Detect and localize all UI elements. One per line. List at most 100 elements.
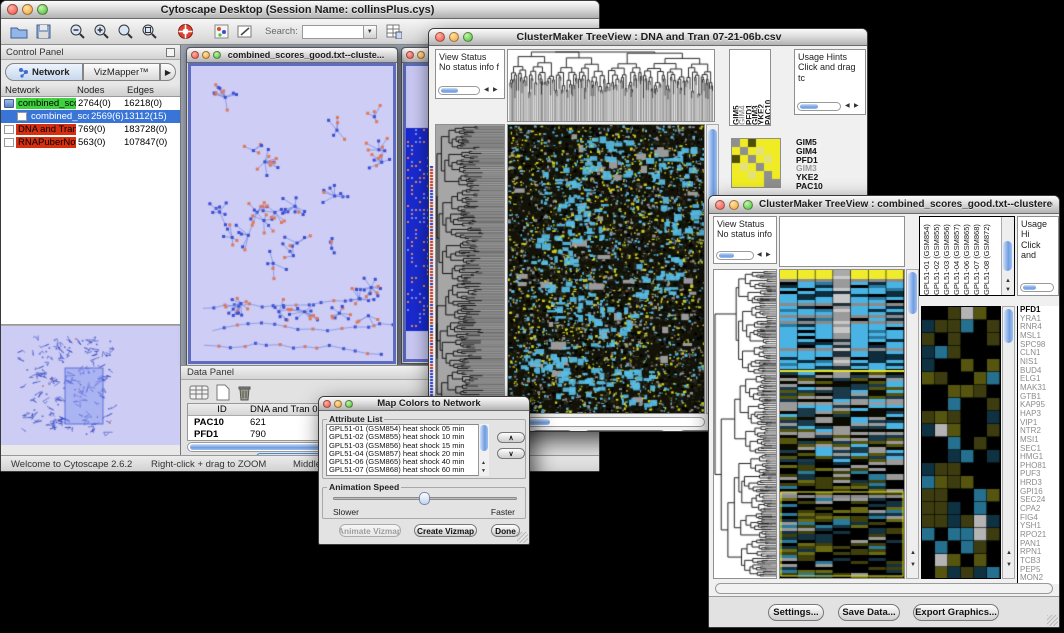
dialog-button[interactable]: Done (491, 524, 520, 537)
column-label[interactable]: YKE2 (757, 52, 763, 125)
mini-heatmap-canvas[interactable] (732, 139, 780, 187)
zoom-button[interactable] (743, 200, 753, 210)
treeview2-titlebar[interactable]: ClusterMaker TreeView : combined_scores_… (709, 196, 1059, 214)
close-button[interactable] (7, 4, 18, 15)
column-label[interactable]: GPL51-07 (GSM868) (972, 218, 982, 295)
speed-slider-thumb[interactable] (419, 492, 430, 505)
column-dendrogram-canvas[interactable] (508, 50, 714, 121)
bottom-hscrollbar[interactable] (715, 583, 1053, 594)
treeview1-button[interactable]: Data... (529, 430, 575, 431)
labels-vscrollbar[interactable]: ▲ ▼ (1001, 217, 1014, 295)
scroll-left-icon[interactable]: ◀ (757, 252, 762, 258)
zoom-vscrollbar[interactable]: ▲ ▼ (1002, 306, 1015, 579)
zoom-heatmap-canvas[interactable] (922, 307, 1000, 578)
heatmap-canvas[interactable] (508, 125, 704, 413)
tab-vizmapper[interactable]: VizMapper™ (83, 63, 161, 81)
zoom-button[interactable] (463, 32, 473, 42)
minimize-button[interactable] (449, 32, 459, 42)
attribute-list-item[interactable]: GPL51-07 (GSM868) heat shock 60 min (327, 466, 488, 474)
float-panel-icon[interactable] (166, 48, 175, 57)
col-id[interactable]: ID (188, 404, 250, 415)
scroll-up-icon[interactable]: ▲ (1006, 550, 1012, 556)
zoom-selected-icon[interactable] (137, 21, 161, 43)
list-vscrollbar[interactable]: ▲ ▼ (478, 424, 489, 476)
network-table-row[interactable]: RNAPuberNov2+ 563(0) 107847(0) (1, 136, 180, 149)
column-label[interactable]: GPL51-06 (GSM865) (962, 218, 972, 295)
dialog-button[interactable]: Create Vizmap (414, 524, 477, 537)
scroll-left-icon[interactable]: ◀ (484, 87, 489, 93)
gene-label[interactable]: MON2 (1020, 574, 1059, 583)
scroll-left-icon[interactable]: ◀ (845, 103, 850, 109)
help-lifebuoy-icon[interactable] (173, 21, 197, 43)
network-canvas[interactable] (191, 66, 395, 363)
zoom-fit-icon[interactable] (113, 21, 137, 43)
vizmap-tool-icon[interactable] (209, 21, 233, 43)
heatmap-vscrollbar[interactable]: ▲ ▼ (906, 269, 919, 579)
column-label[interactable]: GPL51-03 (GSM856) (942, 218, 952, 295)
scroll-right-icon[interactable]: ▶ (854, 103, 859, 109)
scroll-down-icon[interactable]: ▼ (1005, 287, 1011, 293)
treeview2-button[interactable]: Save Data... (838, 604, 900, 621)
column-label[interactable]: GPL51-02 (GSM855) (932, 218, 942, 295)
minimize-button[interactable] (334, 400, 342, 408)
dialog-titlebar[interactable]: Map Colors to Network (319, 397, 529, 411)
search-dropdown-button[interactable]: ▼ (364, 25, 377, 39)
column-label[interactable]: GPL51-01 (GSM854) (922, 218, 932, 295)
column-label[interactable]: PAC10 (764, 52, 770, 125)
scroll-right-icon[interactable]: ▶ (766, 252, 771, 258)
close-button[interactable] (715, 200, 725, 210)
close-button[interactable] (191, 51, 199, 59)
resize-grip[interactable] (517, 532, 528, 543)
network-table-row[interactable]: combined_sco 2569(6) 13112(15) (1, 110, 180, 123)
network-table-row[interactable]: combined_scores 2764(0) 16218(0) (1, 97, 180, 110)
attribute-table-icon[interactable] (382, 21, 406, 43)
minimize-button[interactable] (417, 51, 425, 59)
zoom-in-icon[interactable] (89, 21, 113, 43)
heatmap-hscrollbar[interactable] (507, 417, 705, 427)
close-button[interactable] (323, 400, 331, 408)
column-label[interactable]: GPL51-04 (GSM857) (952, 218, 962, 295)
annotation-tool-icon[interactable] (233, 21, 257, 43)
minimize-button[interactable] (202, 51, 210, 59)
close-button[interactable] (435, 32, 445, 42)
scroll-right-icon[interactable]: ▶ (493, 87, 498, 93)
scroll-up-icon[interactable]: ▲ (481, 461, 486, 466)
treeview2-button[interactable]: Settings... (768, 604, 824, 621)
hints-hscrollbar[interactable] (1020, 283, 1054, 292)
scroll-up-icon[interactable]: ▲ (1005, 278, 1011, 284)
zoom-button[interactable] (37, 4, 48, 15)
scroll-down-icon[interactable]: ▼ (481, 469, 486, 474)
column-dendrogram-panel[interactable] (779, 216, 905, 267)
move-down-button[interactable]: ∨ (497, 448, 525, 459)
status-hscrollbar[interactable] (716, 251, 754, 260)
treeview2-button[interactable]: Export Graphics... (913, 604, 999, 621)
network-titlebar[interactable]: combined_scores_good.txt--cluste... (187, 48, 397, 63)
move-up-button[interactable]: ∧ (497, 432, 525, 443)
save-session-button[interactable] (31, 21, 55, 43)
column-label[interactable]: GIM4 (738, 52, 744, 125)
minimize-button[interactable] (22, 4, 33, 15)
column-label[interactable]: GPL51-08 (GSM872) (982, 218, 992, 295)
birdseye-canvas[interactable] (1, 326, 179, 445)
treeview1-button[interactable]: Export Graphics... (582, 430, 668, 431)
row-label[interactable]: PAC10 (796, 182, 850, 191)
tab-network[interactable]: Network (5, 63, 83, 81)
dialog-button[interactable]: Animate Vizmap (339, 524, 401, 537)
main-titlebar[interactable]: Cytoscape Desktop (Session Name: collins… (1, 1, 599, 19)
tabs-overflow-button[interactable]: ▶ (160, 63, 176, 81)
open-session-button[interactable] (7, 21, 31, 43)
scroll-up-icon[interactable]: ▲ (910, 550, 916, 556)
resize-grip[interactable] (1047, 615, 1058, 626)
zoom-button[interactable] (345, 400, 353, 408)
row-dendrogram-canvas[interactable] (714, 270, 776, 578)
search-input[interactable] (302, 25, 364, 39)
scroll-down-icon[interactable]: ▼ (910, 562, 916, 568)
close-button[interactable] (406, 51, 414, 59)
zoom-out-icon[interactable] (65, 21, 89, 43)
status-hscrollbar[interactable] (438, 86, 480, 95)
minimize-button[interactable] (729, 200, 739, 210)
treeview1-titlebar[interactable]: ClusterMaker TreeView : DNA and Tran 07-… (429, 29, 867, 46)
network-table-row[interactable]: DNA and Tran 07 769(0) 183728(0) (1, 123, 180, 136)
scroll-down-icon[interactable]: ▼ (1006, 562, 1012, 568)
heatmap-canvas[interactable] (780, 270, 904, 578)
